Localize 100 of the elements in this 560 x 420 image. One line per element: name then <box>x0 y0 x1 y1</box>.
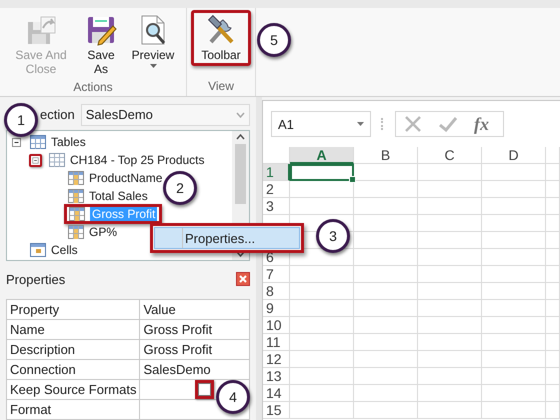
row-header[interactable]: 2 <box>263 181 290 198</box>
column-header[interactable]: B <box>354 147 418 164</box>
row-header[interactable]: 10 <box>263 317 290 334</box>
name-box[interactable]: A1 <box>271 111 371 137</box>
sheet-cell[interactable] <box>354 198 418 215</box>
row-header[interactable]: 14 <box>263 385 290 402</box>
column-header[interactable] <box>546 147 560 164</box>
sheet-cell[interactable] <box>546 334 560 351</box>
sheet-cell[interactable] <box>354 215 418 232</box>
row-header[interactable]: 11 <box>263 334 290 351</box>
sheet-cell[interactable] <box>418 266 482 283</box>
ribbon-button[interactable]: Preview <box>124 10 182 72</box>
row-header[interactable]: 9 <box>263 300 290 317</box>
sheet-cell[interactable] <box>482 300 546 317</box>
sheet-cell[interactable] <box>290 300 354 317</box>
formula-field[interactable]: fx <box>395 111 504 137</box>
sheet-cell[interactable] <box>354 368 418 385</box>
sheet-cell[interactable] <box>546 283 560 300</box>
sheet-cell[interactable] <box>354 300 418 317</box>
sheet-cell[interactable] <box>546 198 560 215</box>
sheet-cell[interactable] <box>482 334 546 351</box>
sheet-cell[interactable] <box>482 385 546 402</box>
tree-item[interactable]: Total Sales <box>64 187 152 206</box>
sheet-cell[interactable] <box>354 402 418 419</box>
sheet-cell[interactable] <box>546 215 560 232</box>
sheet-cell[interactable] <box>418 283 482 300</box>
sheet-cell[interactable] <box>418 351 482 368</box>
row-header[interactable]: 7 <box>263 266 290 283</box>
sheet-cell[interactable] <box>354 334 418 351</box>
sheet-cell[interactable] <box>482 215 546 232</box>
sheet-cell[interactable] <box>354 164 418 181</box>
sheet-cell[interactable] <box>290 334 354 351</box>
sheet-cell[interactable] <box>482 283 546 300</box>
insert-function-button[interactable]: fx <box>474 114 489 134</box>
sheet-cell[interactable] <box>482 249 546 266</box>
sheet-cell[interactable] <box>290 266 354 283</box>
sheet-cell[interactable] <box>546 232 560 249</box>
tree-item[interactable]: GP% <box>64 223 122 242</box>
sheet-cell[interactable] <box>482 266 546 283</box>
sheet-cell[interactable] <box>418 181 482 198</box>
sheet-cell[interactable] <box>290 317 354 334</box>
column-header[interactable]: A <box>290 147 354 164</box>
checkbox[interactable] <box>198 383 212 396</box>
row-header[interactable]: 12 <box>263 351 290 368</box>
sheet-cell[interactable] <box>546 402 560 419</box>
sheet-cell[interactable] <box>418 368 482 385</box>
active-cell[interactable] <box>290 164 354 181</box>
sheet-cell[interactable] <box>546 249 560 266</box>
sheet-cell[interactable] <box>418 164 482 181</box>
sheet-cell[interactable] <box>482 317 546 334</box>
ribbon-button[interactable]: Toolbar <box>191 10 251 66</box>
connection-dropdown[interactable]: SalesDemo <box>80 104 250 126</box>
sheet-cell[interactable] <box>290 181 354 198</box>
ribbon-button[interactable]: Save As <box>80 10 122 80</box>
sheet-cell[interactable] <box>546 266 560 283</box>
column-header[interactable]: C <box>418 147 482 164</box>
sheet-cell[interactable] <box>482 351 546 368</box>
row-header[interactable]: 3 <box>263 198 290 215</box>
column-header[interactable]: D <box>482 147 546 164</box>
sheet-cell[interactable] <box>546 385 560 402</box>
sheet-cell[interactable] <box>482 402 546 419</box>
row-header[interactable]: 15 <box>263 402 290 419</box>
sheet-cell[interactable] <box>482 232 546 249</box>
row-header[interactable]: 13 <box>263 368 290 385</box>
sheet-cell[interactable] <box>418 334 482 351</box>
sheet-cell[interactable] <box>354 249 418 266</box>
sheet-cell[interactable] <box>418 385 482 402</box>
sheet-cell[interactable] <box>546 351 560 368</box>
sheet-cell[interactable] <box>418 300 482 317</box>
sheet-cell[interactable] <box>482 181 546 198</box>
sheet-cell[interactable] <box>290 368 354 385</box>
sheet-cell[interactable] <box>482 368 546 385</box>
sheet-cell[interactable] <box>354 181 418 198</box>
tree-item[interactable]: CH184 - Top 25 Products <box>45 151 209 170</box>
sheet-cell[interactable] <box>546 368 560 385</box>
row-header[interactable]: 8 <box>263 283 290 300</box>
tree-item[interactable]: Cells <box>26 241 82 260</box>
sheet-cell[interactable] <box>546 317 560 334</box>
sheet-cell[interactable] <box>290 198 354 215</box>
sheet-cell[interactable] <box>418 215 482 232</box>
sheet-cell[interactable] <box>354 266 418 283</box>
sheet-cell[interactable] <box>482 198 546 215</box>
row-header[interactable]: 1 <box>263 164 290 181</box>
sheet-cell[interactable] <box>418 249 482 266</box>
sheet-cell[interactable] <box>354 385 418 402</box>
sheet-cell[interactable] <box>354 283 418 300</box>
sheet-cell[interactable] <box>418 402 482 419</box>
sheet-cell[interactable] <box>354 351 418 368</box>
sheet-cell[interactable] <box>418 317 482 334</box>
sheet-cell[interactable] <box>290 402 354 419</box>
sheet-cell[interactable] <box>482 164 546 181</box>
sheet-cell[interactable] <box>418 232 482 249</box>
close-button[interactable] <box>236 272 250 286</box>
sheet-cell[interactable] <box>290 385 354 402</box>
fill-handle[interactable] <box>349 176 356 183</box>
sheet-cell[interactable] <box>546 300 560 317</box>
sheet-cell[interactable] <box>290 283 354 300</box>
sheet-cell[interactable] <box>354 317 418 334</box>
sheet-cell[interactable] <box>354 232 418 249</box>
sheet-cell[interactable] <box>546 181 560 198</box>
